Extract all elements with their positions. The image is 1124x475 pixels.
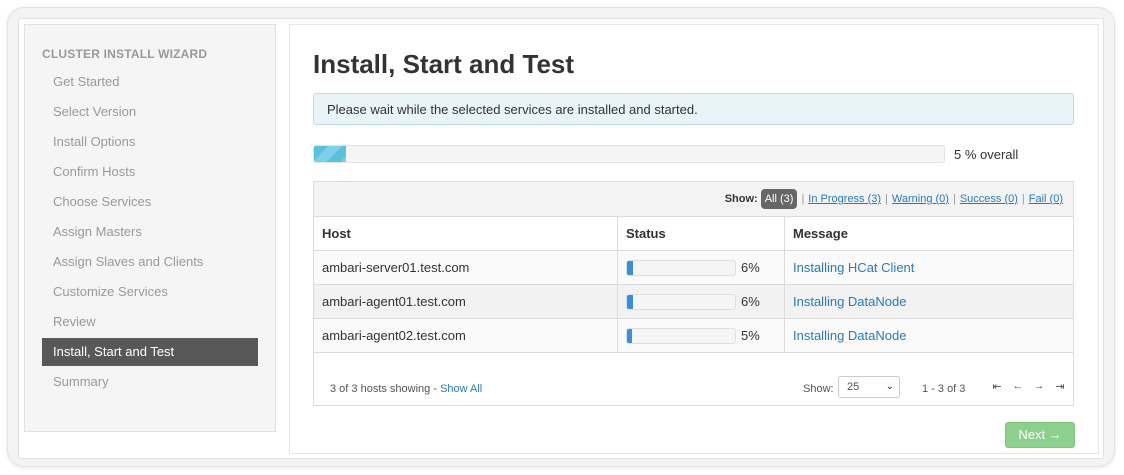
host-message-link[interactable]: Installing DataNode bbox=[793, 328, 906, 343]
step-review[interactable]: Review bbox=[42, 308, 258, 336]
per-page-label: Show: bbox=[803, 383, 834, 395]
table-row: ambari-server01.test.com 6% Installing H… bbox=[314, 250, 1073, 285]
chevron-down-icon: ⌄ bbox=[885, 381, 894, 392]
host-status: 6% bbox=[617, 284, 785, 319]
wizard-window: CLUSTER INSTALL WIZARD Get Started Selec… bbox=[18, 18, 1104, 459]
host-progress-pct: 5% bbox=[741, 328, 760, 343]
table-footer: 3 of 3 hosts showing - Show All Show: 25… bbox=[314, 372, 1073, 405]
overall-progress-fill bbox=[314, 146, 346, 162]
step-install-start-test[interactable]: Install, Start and Test bbox=[42, 338, 258, 366]
info-alert: Please wait while the selected services … bbox=[313, 93, 1074, 125]
hosts-showing-count: 3 of 3 hosts showing - bbox=[330, 383, 441, 395]
host-name: ambari-agent02.test.com bbox=[314, 318, 618, 353]
step-confirm-hosts[interactable]: Confirm Hosts bbox=[42, 158, 258, 186]
host-name: ambari-agent01.test.com bbox=[314, 284, 618, 319]
page-title: Install, Start and Test bbox=[313, 49, 575, 79]
wizard-title: CLUSTER INSTALL WIZARD bbox=[42, 47, 208, 61]
step-summary[interactable]: Summary bbox=[42, 368, 258, 396]
hosts-table-panel: Show: All (3) | In Progress (3) | Warnin… bbox=[313, 181, 1074, 406]
pager-controls: ⇤ ← → ⇥ bbox=[991, 380, 1066, 393]
host-progress-fill bbox=[627, 328, 633, 343]
status-filter-bar: Show: All (3) | In Progress (3) | Warnin… bbox=[314, 182, 1073, 217]
host-message-link[interactable]: Installing HCat Client bbox=[793, 260, 914, 275]
filter-all[interactable]: All (3) bbox=[760, 189, 798, 209]
first-page-icon[interactable]: ⇤ bbox=[991, 380, 1003, 393]
host-status: 5% bbox=[617, 318, 785, 353]
wizard-steps: Get Started Select Version Install Optio… bbox=[42, 68, 258, 398]
host-progress-pct: 6% bbox=[741, 260, 760, 275]
filter-separator: | bbox=[885, 193, 888, 205]
step-get-started[interactable]: Get Started bbox=[42, 68, 258, 96]
prev-page-icon[interactable]: ← bbox=[1012, 380, 1024, 393]
filter-show-label: Show: bbox=[724, 193, 758, 205]
next-button[interactable]: Next → bbox=[1005, 422, 1075, 448]
filter-separator: | bbox=[801, 193, 805, 205]
last-page-icon[interactable]: ⇥ bbox=[1054, 380, 1066, 393]
host-progress-fill bbox=[627, 260, 634, 275]
filter-warning[interactable]: Warning (0) bbox=[892, 193, 949, 205]
filter-success[interactable]: Success (0) bbox=[960, 193, 1018, 205]
filter-separator: | bbox=[1021, 193, 1025, 205]
hosts-showing-text: 3 of 3 hosts showing - Show All bbox=[330, 383, 482, 395]
host-name: ambari-server01.test.com bbox=[314, 250, 618, 285]
host-progress-pct: 6% bbox=[741, 294, 760, 309]
host-message: Installing DataNode bbox=[784, 318, 1073, 353]
header-status[interactable]: Status bbox=[617, 217, 785, 251]
hosts-table: Host Status Message ambari-server01.test… bbox=[314, 217, 1073, 353]
filter-separator: | bbox=[952, 193, 956, 205]
table-row: ambari-agent01.test.com 6% Installing Da… bbox=[314, 284, 1073, 319]
host-progress-bar bbox=[626, 259, 736, 276]
step-assign-slaves-clients[interactable]: Assign Slaves and Clients bbox=[42, 248, 258, 276]
overall-progress-text: 5 % overall bbox=[954, 147, 1019, 162]
step-assign-masters[interactable]: Assign Masters bbox=[42, 218, 258, 246]
host-message-link[interactable]: Installing DataNode bbox=[793, 294, 906, 309]
step-select-version[interactable]: Select Version bbox=[42, 98, 258, 126]
overall-progress-bar bbox=[313, 145, 945, 163]
host-progress-fill bbox=[627, 294, 634, 309]
step-customize-services[interactable]: Customize Services bbox=[42, 278, 258, 306]
header-host[interactable]: Host bbox=[314, 217, 618, 251]
table-row: ambari-agent02.test.com 5% Installing Da… bbox=[314, 318, 1073, 353]
host-message: Installing DataNode bbox=[784, 284, 1073, 319]
host-progress-bar bbox=[626, 327, 736, 344]
show-all-link[interactable]: Show All bbox=[440, 383, 482, 395]
page-range-text: 1 - 3 of 3 bbox=[922, 383, 966, 395]
table-header-row: Host Status Message bbox=[314, 217, 1073, 251]
filter-in-progress[interactable]: In Progress (3) bbox=[808, 193, 881, 205]
main-panel: Install, Start and Test Please wait whil… bbox=[289, 24, 1099, 454]
wizard-sidebar: CLUSTER INSTALL WIZARD Get Started Selec… bbox=[24, 24, 276, 432]
step-choose-services[interactable]: Choose Services bbox=[42, 188, 258, 216]
host-message: Installing HCat Client bbox=[784, 250, 1073, 285]
per-page-value: 25 bbox=[847, 381, 860, 393]
host-progress-bar bbox=[626, 293, 736, 310]
per-page-select[interactable]: 25 ⌄ bbox=[838, 376, 900, 398]
host-status: 6% bbox=[617, 250, 785, 285]
header-message[interactable]: Message bbox=[784, 217, 1073, 251]
filter-fail[interactable]: Fail (0) bbox=[1029, 193, 1063, 205]
next-page-icon[interactable]: → bbox=[1033, 380, 1045, 393]
step-install-options[interactable]: Install Options bbox=[42, 128, 258, 156]
